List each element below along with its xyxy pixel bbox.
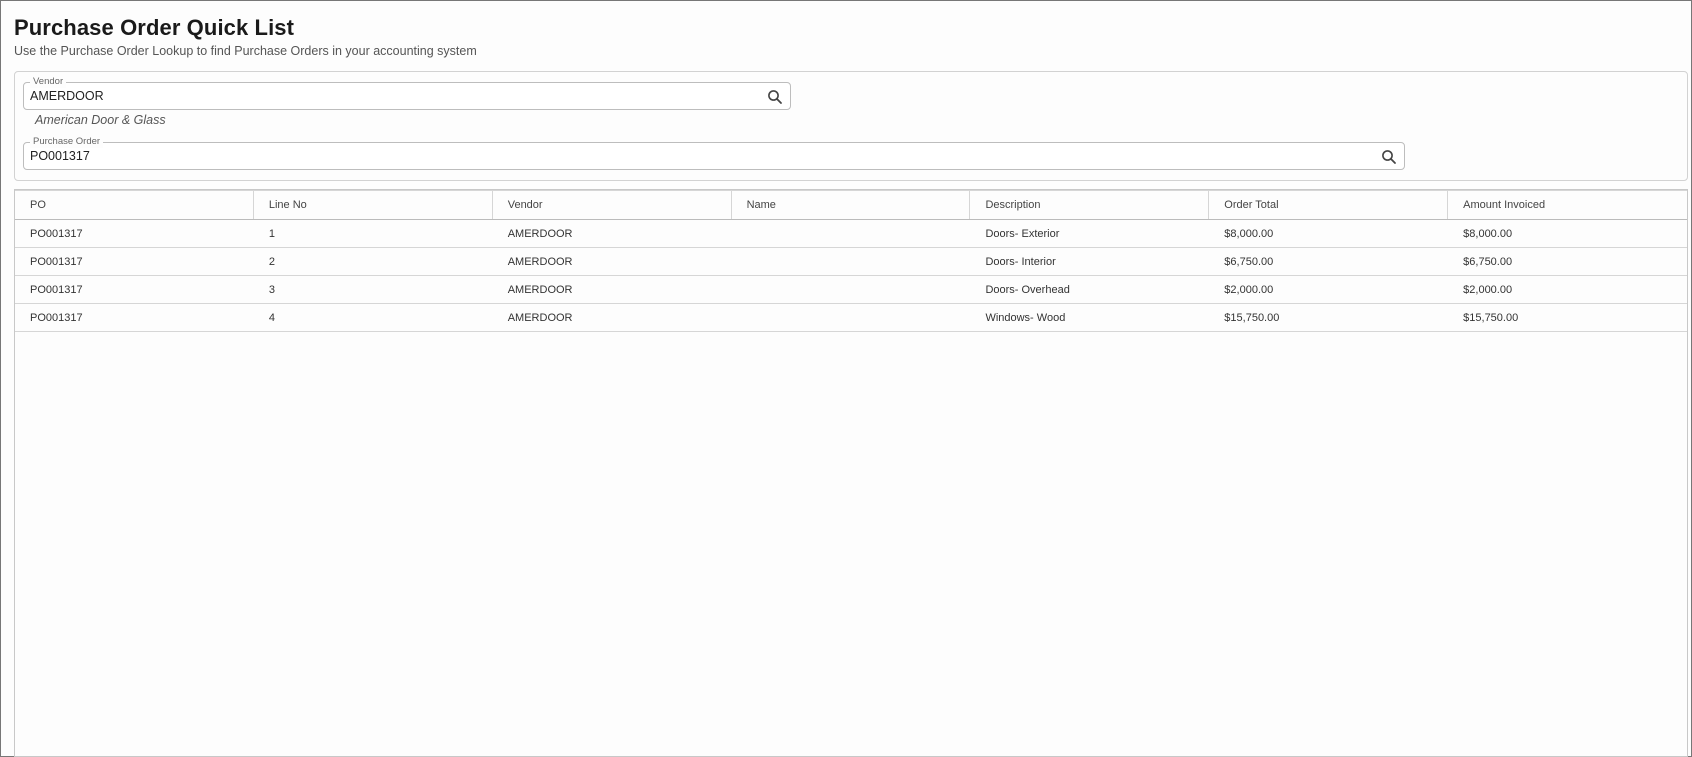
cell-order-total: $15,750.00 xyxy=(1224,311,1280,324)
cell-vendor: AMERDOOR xyxy=(507,227,573,240)
column-header-order-total[interactable]: Order Total xyxy=(1209,191,1449,219)
cell-description: Doors- Interior xyxy=(985,255,1056,268)
cell-order-total: $8,000.00 xyxy=(1224,227,1274,240)
app-window: Purchase Order Quick List Use the Purcha… xyxy=(0,0,1692,757)
cell-amount-invoiced: $15,750.00 xyxy=(1463,311,1519,324)
grid-header-row: PO Line No Vendor Name Description Order… xyxy=(15,190,1687,220)
cell-description: Doors- Overhead xyxy=(985,283,1070,296)
cell-amount-invoiced: $6,750.00 xyxy=(1463,255,1513,268)
purchase-order-field[interactable]: Purchase Order xyxy=(23,136,1405,170)
column-header-description[interactable]: Description xyxy=(970,191,1210,219)
table-row[interactable]: PO001317 1 AMERDOOR Doors- Exterior $8,0… xyxy=(15,220,1687,248)
table-row[interactable]: PO001317 2 AMERDOOR Doors- Interior $6,7… xyxy=(15,248,1687,276)
cell-vendor: AMERDOOR xyxy=(507,255,573,268)
column-header-po[interactable]: PO xyxy=(15,191,254,219)
page-title: Purchase Order Quick List xyxy=(14,15,295,40)
cell-line-no: 4 xyxy=(268,311,275,324)
cell-name xyxy=(732,276,971,303)
cell-po: PO001317 xyxy=(30,311,83,324)
column-header-name[interactable]: Name xyxy=(732,191,971,219)
cell-amount-invoiced: $2,000.00 xyxy=(1463,283,1513,296)
vendor-field-label: Vendor xyxy=(30,76,67,88)
cell-name xyxy=(732,248,971,275)
cell-name xyxy=(732,304,971,331)
filter-panel: Vendor American Door & Glass Purchase Or… xyxy=(14,71,1688,181)
cell-order-total: $2,000.00 xyxy=(1224,283,1274,296)
cell-order-total: $6,750.00 xyxy=(1224,255,1274,268)
cell-vendor: AMERDOOR xyxy=(507,283,573,296)
page-subtitle: Use the Purchase Order Lookup to find Pu… xyxy=(14,44,477,58)
cell-amount-invoiced: $8,000.00 xyxy=(1463,227,1513,240)
vendor-field[interactable]: Vendor xyxy=(23,76,791,110)
purchase-order-input[interactable] xyxy=(30,149,1370,163)
cell-description: Doors- Exterior xyxy=(985,227,1060,240)
purchase-order-grid: PO Line No Vendor Name Description Order… xyxy=(14,189,1688,757)
cell-po: PO001317 xyxy=(30,255,83,268)
cell-po: PO001317 xyxy=(30,283,83,296)
cell-line-no: 1 xyxy=(268,227,275,240)
cell-description: Windows- Wood xyxy=(985,311,1066,324)
cell-vendor: AMERDOOR xyxy=(507,311,573,324)
cell-line-no: 3 xyxy=(268,283,275,296)
cell-name xyxy=(732,220,971,247)
cell-po: PO001317 xyxy=(30,227,83,240)
table-row[interactable]: PO001317 4 AMERDOOR Windows- Wood $15,75… xyxy=(15,304,1687,332)
purchase-order-field-label: Purchase Order xyxy=(30,136,104,148)
vendor-input[interactable] xyxy=(30,89,756,103)
column-header-amount-invoiced[interactable]: Amount Invoiced xyxy=(1448,191,1687,219)
table-row[interactable]: PO001317 3 AMERDOOR Doors- Overhead $2,0… xyxy=(15,276,1687,304)
column-header-line-no[interactable]: Line No xyxy=(254,191,493,219)
cell-line-no: 2 xyxy=(268,255,275,268)
vendor-search-icon[interactable] xyxy=(766,88,784,106)
vendor-description: American Door & Glass xyxy=(35,113,166,127)
column-header-vendor[interactable]: Vendor xyxy=(493,191,732,219)
purchase-order-search-icon[interactable] xyxy=(1380,148,1398,166)
